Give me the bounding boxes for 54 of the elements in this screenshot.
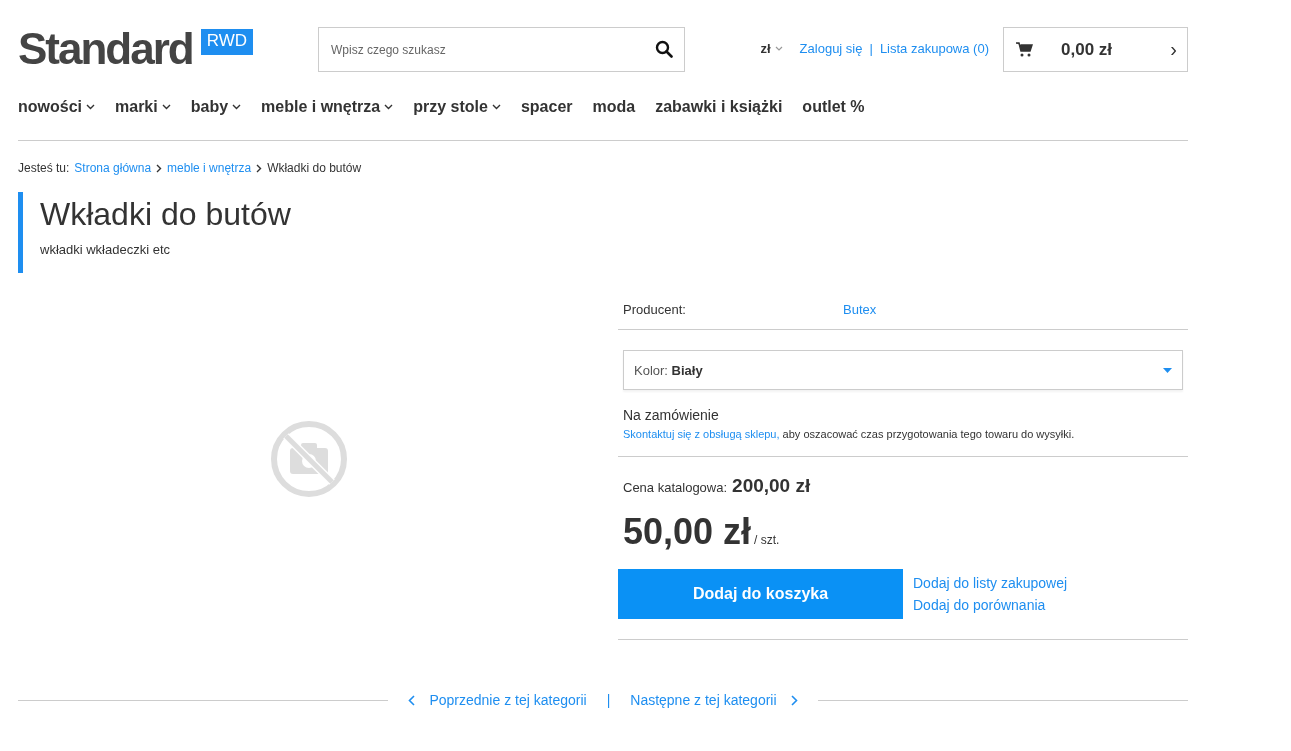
list-price-label: Cena katalogowa: <box>623 480 728 495</box>
nav-menu-item[interactable]: moda <box>592 97 636 116</box>
chevron-down-icon <box>774 45 783 51</box>
cart-button[interactable]: 0,00 zł › <box>1003 27 1188 72</box>
cart-arrow: › <box>1170 38 1177 61</box>
separator: | <box>869 40 873 56</box>
previous-link[interactable]: Poprzednie z tej kategorii <box>408 692 587 708</box>
contact-link[interactable]: Skontaktuj się z obsługą sklepu, <box>623 428 780 440</box>
breadcrumb-current: Wkładki do butów <box>267 161 362 175</box>
account-link[interactable]: Zaloguj się <box>799 40 863 56</box>
nav-menu-item[interactable]: marki <box>115 97 171 116</box>
chevron-down-icon <box>86 103 95 110</box>
separator: | <box>606 692 611 708</box>
next-link[interactable]: Następne z tej kategorii <box>630 692 798 708</box>
availability-note: Skontaktuj się z obsługą sklepu, aby oszacować czas przygotowania tego towaru do wysyłki. <box>623 428 1076 440</box>
chevron-right-icon <box>256 163 263 173</box>
currency-selector[interactable]: zł <box>760 40 783 56</box>
producer-link[interactable]: Butex <box>843 301 877 317</box>
product-subtitle: wkładki wkładeczki etc <box>40 242 172 257</box>
chevron-down-icon <box>384 103 394 110</box>
nav-menu-item[interactable]: spacer <box>520 97 573 116</box>
chevron-down-icon <box>161 103 171 110</box>
producer-label: Producent: <box>623 301 687 317</box>
logo-badge: RWD <box>200 29 253 55</box>
breadcrumb-link[interactable]: Strona główna <box>74 161 152 175</box>
product-title: Wkładki do butów <box>40 195 292 234</box>
nav-menu-item[interactable]: zabawki i książki <box>655 97 783 116</box>
price: 50,00 zł <box>623 511 752 553</box>
nav-menu-item[interactable]: meble i wnętrza <box>261 97 394 116</box>
search-field[interactable]: Wpisz czego szukasz <box>318 27 685 72</box>
chevron-right-icon <box>156 163 163 173</box>
breadcrumb-label: Jesteś tu: <box>18 161 70 175</box>
nav-menu-item[interactable]: nowości <box>18 97 95 116</box>
chevron-right-icon <box>790 694 798 706</box>
no-photo-icon <box>270 420 348 498</box>
logo-wordmark[interactable]: Standard <box>18 23 193 75</box>
availability-status: Na zamówienie <box>623 407 720 423</box>
caret-icon <box>1163 367 1172 373</box>
chevron-down-icon <box>232 103 242 110</box>
chevron-down-icon <box>491 103 501 110</box>
product-action-link[interactable]: Dodaj do porównania <box>913 597 1068 613</box>
nav-menu-item[interactable]: outlet % <box>802 97 865 116</box>
price-unit: / szt. <box>754 533 780 547</box>
search-icon[interactable] <box>655 40 673 58</box>
nav-menu-item[interactable]: baby <box>190 97 242 116</box>
list-price: 200,00 zł <box>732 475 811 497</box>
cart-icon <box>1016 42 1033 57</box>
color-select[interactable]: Kolor: Biały <box>623 350 1183 390</box>
account-link[interactable]: Lista zakupowa (0) <box>879 40 989 56</box>
chevron-left-icon <box>408 694 416 706</box>
breadcrumb-link[interactable]: meble i wnętrza <box>167 161 252 175</box>
nav-menu-item[interactable]: przy stole <box>413 97 501 116</box>
product-action-link[interactable]: Dodaj do listy zakupowej <box>913 575 1068 591</box>
cart-total: 0,00 zł <box>1060 39 1114 60</box>
